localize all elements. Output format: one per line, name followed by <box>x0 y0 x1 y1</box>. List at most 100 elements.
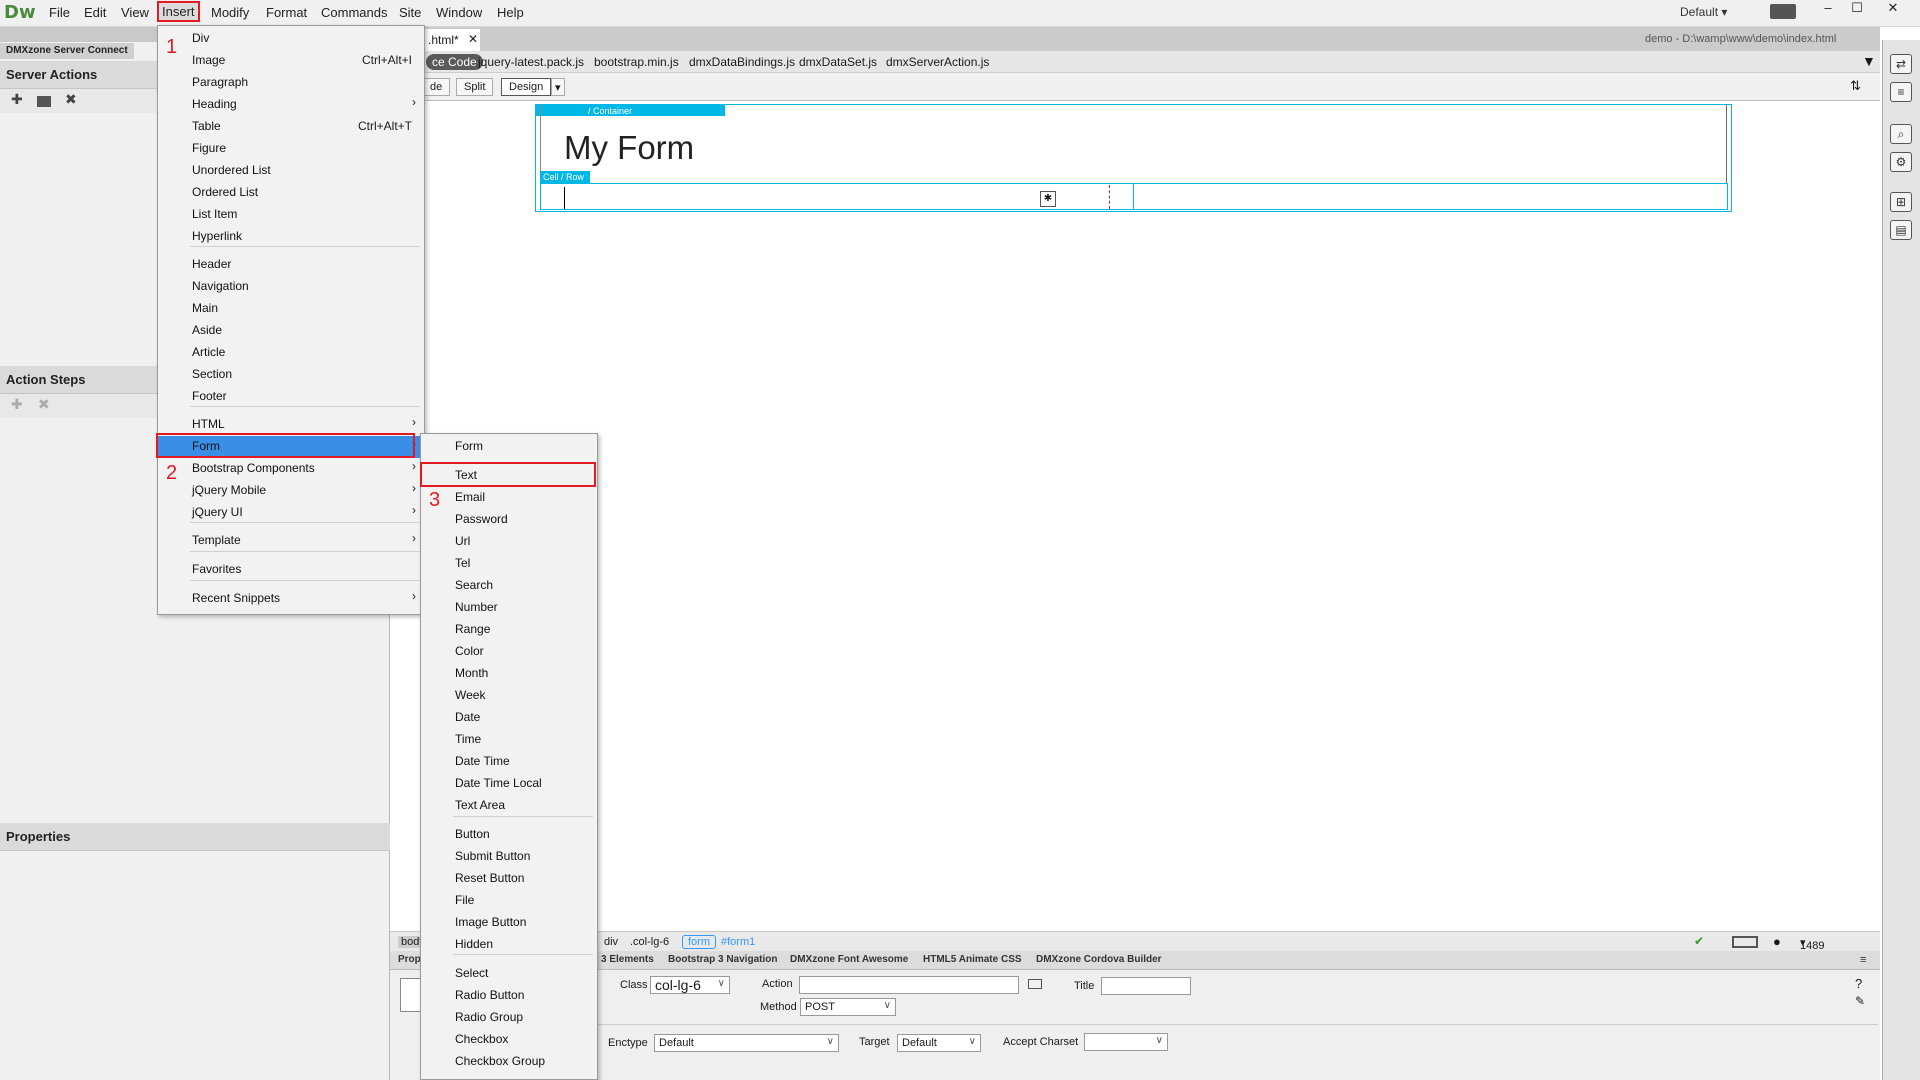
insert-menu-item[interactable]: Bootstrap Components <box>158 458 424 480</box>
insert-menu-item[interactable]: Favorites <box>158 559 424 581</box>
action-input[interactable] <box>799 976 1019 994</box>
sitemap-icon[interactable]: ⊞ <box>1890 192 1912 212</box>
menu-insert[interactable]: Insert <box>157 1 200 22</box>
insert-menu-item[interactable]: Hyperlink <box>158 226 424 248</box>
help-icon[interactable]: ? <box>1855 976 1862 991</box>
settings-icon[interactable]: ⚙ <box>1890 152 1912 172</box>
form-menu-item[interactable]: Text Area <box>421 795 597 817</box>
add-icon[interactable]: ✚ <box>11 91 23 108</box>
related-file[interactable]: jquery-latest.pack.js <box>478 55 584 69</box>
form-menu-item[interactable]: Reset Button <box>421 868 597 890</box>
insert-menu-item[interactable]: Template <box>158 530 424 552</box>
panel-menu-icon[interactable]: ≡ <box>1860 954 1866 966</box>
menu-help[interactable]: Help <box>497 5 524 20</box>
insert-menu-item[interactable]: jQuery Mobile <box>158 480 424 502</box>
form-menu-item[interactable]: Date Time Local <box>421 773 597 795</box>
snippets-icon[interactable]: ▤ <box>1890 220 1912 240</box>
inspect-icon[interactable]: ⌕ <box>1890 124 1912 144</box>
minimize-button[interactable]: – <box>1813 0 1843 16</box>
insert-menu-item[interactable]: Figure <box>158 138 424 160</box>
form-menu-item[interactable]: Form <box>421 436 597 458</box>
insert-menu-item[interactable]: Section <box>158 364 424 386</box>
form-menu-item[interactable]: Date Time <box>421 751 597 773</box>
insert-menu-item[interactable]: Header <box>158 254 424 276</box>
form-menu-item[interactable]: Radio Group <box>421 1007 597 1029</box>
insert-menu-item[interactable]: Unordered List <box>158 160 424 182</box>
menu-window[interactable]: Window <box>436 5 482 20</box>
form-menu-item[interactable]: Email <box>421 487 597 509</box>
tab-html5-elements[interactable]: 3 Elements <box>601 954 654 965</box>
add-step-icon[interactable]: ✚ <box>11 396 23 413</box>
insert-menu-item[interactable]: Footer <box>158 386 424 408</box>
code-view-button[interactable]: de <box>422 78 451 96</box>
insert-menu-item[interactable]: Recent Snippets <box>158 588 424 610</box>
sort-icon[interactable]: ⇅ <box>1850 78 1861 94</box>
accept-charset-select[interactable] <box>1084 1033 1168 1051</box>
remove-step-icon[interactable]: ✖ <box>38 396 50 413</box>
browse-folder-icon[interactable] <box>1028 979 1042 989</box>
tab-cordova-builder[interactable]: DMXzone Cordova Builder <box>1036 954 1162 965</box>
menu-site[interactable]: Site <box>399 5 421 20</box>
related-file[interactable]: dmxServerAction.js <box>886 55 989 69</box>
insert-menu-item[interactable]: Paragraph <box>158 72 424 94</box>
menu-format[interactable]: Format <box>266 5 307 20</box>
tag-div[interactable]: div <box>604 936 618 948</box>
related-file[interactable]: dmxDataBindings.js <box>689 55 795 69</box>
close-tab-icon[interactable]: ✕ <box>468 32 478 46</box>
method-select[interactable]: POST <box>800 998 896 1016</box>
insert-menu-item[interactable]: Main <box>158 298 424 320</box>
design-view-button[interactable]: Design <box>501 78 552 96</box>
form-menu-item[interactable]: Image Button <box>421 912 597 934</box>
source-code-button[interactable]: ce Code <box>426 54 483 70</box>
tab-bootstrap-navigation[interactable]: Bootstrap 3 Navigation <box>668 954 777 965</box>
menu-file[interactable]: File <box>49 5 70 20</box>
form-menu-item[interactable]: Url <box>421 531 597 553</box>
form-menu-item[interactable]: Button <box>421 824 597 846</box>
tab-font-awesome[interactable]: DMXzone Font Awesome <box>790 954 908 965</box>
delete-icon[interactable]: ✖ <box>65 91 77 108</box>
close-button[interactable]: ✕ <box>1878 0 1908 16</box>
form-menu-item[interactable]: Search <box>421 575 597 597</box>
form-menu-item[interactable]: Month <box>421 663 597 685</box>
form-menu-item[interactable]: Checkbox <box>421 1029 597 1051</box>
insert-menu-item[interactable]: Aside <box>158 320 424 342</box>
menu-view[interactable]: View <box>121 5 149 20</box>
menu-edit[interactable]: Edit <box>84 5 106 20</box>
tab-dmxzone-server-connect[interactable]: DMXzone Server Connect <box>0 43 134 59</box>
form-menu-item[interactable]: Tel <box>421 553 597 575</box>
form-menu-item[interactable]: Password <box>421 509 597 531</box>
tag-form[interactable]: form <box>682 935 716 949</box>
tab-properties[interactable]: Prop <box>398 954 421 965</box>
form-menu-item[interactable]: Range <box>421 619 597 641</box>
folder-icon[interactable] <box>37 96 51 107</box>
form-menu-item[interactable]: Week <box>421 685 597 707</box>
split-view-button[interactable]: Split <box>456 78 494 96</box>
files-panel-icon[interactable]: ⇄ <box>1890 54 1912 74</box>
title-input[interactable] <box>1101 977 1191 995</box>
target-select[interactable]: Default <box>897 1034 981 1052</box>
form-menu-item[interactable]: Radio Button <box>421 985 597 1007</box>
maximize-button[interactable]: ☐ <box>1842 0 1872 16</box>
design-canvas[interactable]: / Container My Form Cell / Row ✱ <box>390 101 1880 931</box>
filter-icon[interactable]: ▼ <box>1862 53 1876 69</box>
device-preview-icon[interactable] <box>1732 936 1758 948</box>
enctype-select[interactable]: Default <box>654 1034 839 1052</box>
form-menu-item[interactable]: Number <box>421 597 597 619</box>
globe-icon[interactable]: ● <box>1773 934 1781 949</box>
class-select[interactable]: col-lg-6 <box>650 976 730 994</box>
form-menu-item[interactable]: Hidden <box>421 934 597 956</box>
insert-menu-item[interactable]: Article <box>158 342 424 364</box>
tab-animate-css[interactable]: HTML5 Animate CSS <box>923 954 1022 965</box>
form-menu-item[interactable]: Date <box>421 707 597 729</box>
related-file[interactable]: dmxDataSet.js <box>799 55 877 69</box>
form-menu-item[interactable]: File <box>421 890 597 912</box>
menu-commands[interactable]: Commands <box>321 5 387 20</box>
insert-menu-item[interactable]: Div <box>158 28 424 50</box>
view-dropdown-icon[interactable]: ▾ <box>551 78 565 96</box>
insert-menu-item[interactable]: Ordered List <box>158 182 424 204</box>
form-menu-item[interactable]: Time <box>421 729 597 751</box>
edit-icon[interactable]: ✎ <box>1855 994 1865 1008</box>
sync-settings-icon[interactable] <box>1770 4 1796 19</box>
insert-menu-item[interactable]: jQuery UI <box>158 502 424 524</box>
insert-menu-item[interactable]: Heading <box>158 94 424 116</box>
